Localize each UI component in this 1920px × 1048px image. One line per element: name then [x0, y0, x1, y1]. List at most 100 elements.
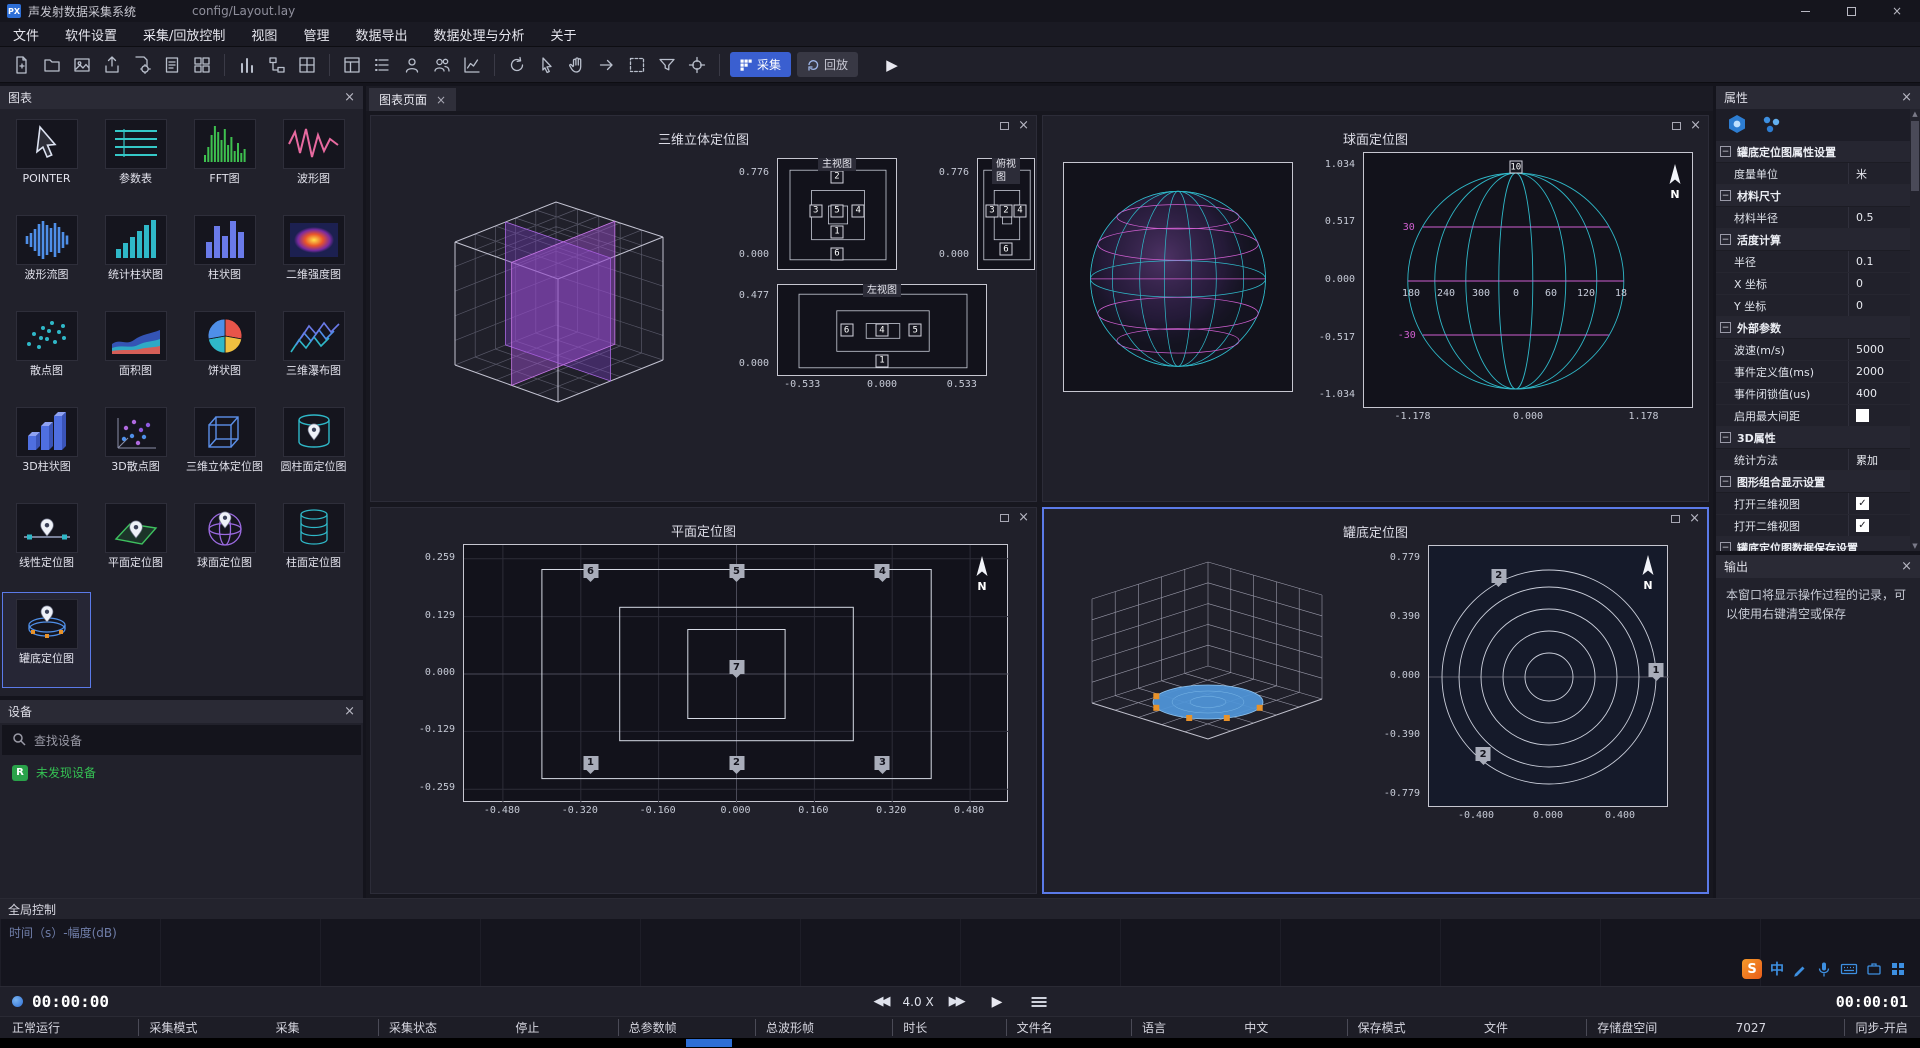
panel-close-button[interactable]: × [1018, 119, 1029, 132]
close-button[interactable]: × [1874, 0, 1920, 22]
chart-type-cylinder-location[interactable]: 圆柱面定位图 [269, 400, 358, 496]
fast-forward-button[interactable]: ▶▶ [949, 994, 963, 1009]
chart-type-bars-3d[interactable]: 3D柱状图 [2, 400, 91, 496]
tab-chart-page[interactable]: 图表页面 × [369, 88, 456, 111]
panel-restore-button[interactable] [1000, 122, 1009, 130]
panel-sphere-location[interactable]: × 球面定位图 1802403000601201830-3010N1.0340.… [1042, 115, 1709, 502]
user-button[interactable] [398, 51, 426, 79]
property-value[interactable]: 0.5 [1848, 207, 1910, 228]
collapse-icon[interactable]: − [1720, 190, 1731, 201]
property-value[interactable] [1848, 405, 1910, 426]
properties-close-button[interactable]: × [1901, 90, 1912, 105]
open-file-button[interactable] [38, 51, 66, 79]
ime-mode-chinese[interactable]: 中 [1770, 959, 1784, 979]
marquee-select-button[interactable] [623, 51, 651, 79]
menu-item[interactable]: 视图 [238, 22, 290, 46]
menu-item[interactable]: 关于 [537, 22, 589, 46]
collapse-icon[interactable]: − [1720, 322, 1731, 333]
chart-library-close-button[interactable]: × [344, 90, 355, 105]
acquire-button[interactable]: 采集 [730, 52, 791, 77]
menu-item[interactable]: 软件设置 [52, 22, 130, 46]
chart-type-waveform[interactable]: 波形图 [269, 112, 358, 208]
crosshair-button[interactable] [683, 51, 711, 79]
user-group-button[interactable] [428, 51, 456, 79]
property-value[interactable]: ✓ [1848, 493, 1910, 514]
chart-type-sphere-location[interactable]: 球面定位图 [180, 496, 269, 592]
panel-close-button[interactable]: × [1018, 511, 1029, 524]
property-value[interactable]: 2000 [1848, 361, 1910, 382]
column-chart-button[interactable] [233, 51, 261, 79]
ime-keyboard-icon[interactable] [1840, 961, 1858, 977]
chart-type-tank-location[interactable]: 罐底定位图 [2, 592, 91, 688]
chart-type-bars[interactable]: 柱状图 [180, 208, 269, 304]
menu-item[interactable]: 数据处理与分析 [420, 22, 537, 46]
data-export-button[interactable] [98, 51, 126, 79]
property-value[interactable]: 米 [1848, 163, 1910, 184]
play-button[interactable]: ▶ [992, 994, 1003, 1010]
collapse-icon[interactable]: − [1720, 432, 1731, 443]
property-section[interactable]: −3D属性 [1716, 427, 1910, 449]
replay-button[interactable]: 回放 [797, 52, 858, 77]
menu-item[interactable]: 数据导出 [342, 22, 420, 46]
ime-logo[interactable]: S [1742, 959, 1762, 979]
nodes-icon[interactable] [1760, 113, 1782, 138]
checkbox-checked[interactable]: ✓ [1856, 519, 1869, 532]
toolbar-play-button[interactable]: ▶ [878, 56, 906, 74]
panel-plane-location[interactable]: × 平面定位图 6547123N0.2590.1290.000-0.129-0.… [370, 507, 1037, 894]
minimize-button[interactable] [1782, 0, 1828, 22]
checkbox-unchecked[interactable] [1856, 409, 1869, 422]
panel-restore-button[interactable] [1671, 515, 1680, 523]
refresh-button[interactable] [503, 51, 531, 79]
combo-chart-button[interactable] [458, 51, 486, 79]
property-section[interactable]: −材料尺寸 [1716, 185, 1910, 207]
maximize-button[interactable] [1828, 0, 1874, 22]
chart-type-pointer[interactable]: POINTER [2, 112, 91, 208]
property-value[interactable]: 400 [1848, 383, 1910, 404]
rewind-button[interactable]: ◀◀ [874, 994, 888, 1009]
layout-grid-button[interactable] [188, 51, 216, 79]
config-export-button[interactable] [128, 51, 156, 79]
ime-mic-icon[interactable] [1816, 961, 1832, 977]
new-file-button[interactable] [8, 51, 36, 79]
menu-item[interactable]: 采集/回放控制 [130, 22, 238, 46]
image-export-button[interactable] [68, 51, 96, 79]
panel-close-button[interactable]: × [1689, 512, 1700, 525]
collapse-icon[interactable]: − [1720, 234, 1731, 245]
panel-close-button[interactable]: × [1690, 119, 1701, 132]
chart-type-scatter-3d[interactable]: 3D散点图 [91, 400, 180, 496]
ime-grid-icon[interactable] [1890, 961, 1906, 977]
ime-toolbox-icon[interactable] [1866, 961, 1882, 977]
chart-type-waterfall-3d[interactable]: 三维瀑布图 [269, 304, 358, 400]
device-search-input[interactable]: 查找设备 [2, 725, 361, 755]
chart-type-pie[interactable]: 饼状图 [180, 304, 269, 400]
panel-restore-button[interactable] [1672, 122, 1681, 130]
report-button[interactable] [158, 51, 186, 79]
chart-type-area[interactable]: 面积图 [91, 304, 180, 400]
property-value[interactable]: 0 [1848, 273, 1910, 294]
property-section[interactable]: −罐底定位图属性设置 [1716, 141, 1910, 163]
collapse-icon[interactable]: − [1720, 146, 1731, 157]
playback-speed[interactable]: 4.0 X [903, 995, 934, 1009]
chart-type-planar-location[interactable]: 平面定位图 [91, 496, 180, 592]
device-list-item[interactable]: R 未发现设备 [0, 757, 363, 788]
collapse-icon[interactable]: − [1720, 476, 1731, 487]
panel-3d-stereo-location[interactable]: × 三维立体定位图 主视图2354160.7760.000俯视图532460.7… [370, 115, 1037, 502]
ime-pen-icon[interactable] [1792, 961, 1808, 977]
property-value[interactable]: 0 [1848, 295, 1910, 316]
transport-menu-icon[interactable] [1031, 997, 1046, 1007]
list-view-button[interactable] [368, 51, 396, 79]
checkbox-checked[interactable]: ✓ [1856, 497, 1869, 510]
pan-hand-button[interactable] [563, 51, 591, 79]
chart-type-scatter[interactable]: 散点图 [2, 304, 91, 400]
property-section[interactable]: −外部参数 [1716, 317, 1910, 339]
property-value[interactable]: 5000 [1848, 339, 1910, 360]
property-section[interactable]: −罐底定位图数据保存设置 [1716, 537, 1910, 551]
devices-close-button[interactable]: × [344, 704, 355, 719]
property-value[interactable]: 0.1 [1848, 251, 1910, 272]
panel-tank-bottom-location[interactable]: × 罐底定位图 212N0.7790.3900.000-0.390-0.779-… [1042, 507, 1709, 894]
property-section[interactable]: −图形组合显示设置 [1716, 471, 1910, 493]
property-section[interactable]: −活度计算 [1716, 229, 1910, 251]
scroll-up-icon[interactable]: ▲ [1912, 109, 1917, 119]
tab-close-icon[interactable]: × [436, 93, 446, 107]
scroll-down-icon[interactable]: ▼ [1912, 541, 1917, 551]
